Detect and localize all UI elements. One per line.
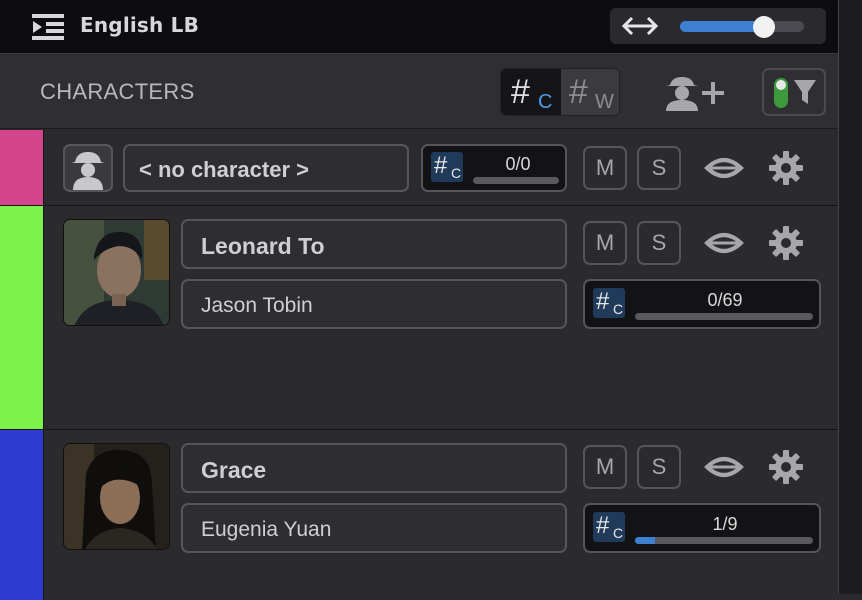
solo-button[interactable]: S bbox=[637, 146, 681, 190]
character-name-field[interactable]: Leonard To bbox=[181, 219, 567, 269]
panel-title: CHARACTERS bbox=[40, 79, 195, 104]
avatar-placeholder[interactable] bbox=[63, 144, 113, 192]
character-color-swatch[interactable] bbox=[0, 130, 44, 205]
actor-name-field[interactable]: Eugenia Yuan bbox=[181, 503, 567, 553]
line-count-text: 0/0 bbox=[505, 154, 531, 174]
characters-header: CHARACTERS # C # W bbox=[0, 55, 838, 129]
mute-button[interactable]: M bbox=[583, 445, 627, 489]
actor-name: Eugenia Yuan bbox=[201, 518, 332, 541]
character-name: Leonard To bbox=[201, 233, 325, 259]
top-bar: English LB bbox=[0, 0, 862, 54]
lips-icon[interactable] bbox=[704, 148, 744, 188]
count-words-sub: W bbox=[595, 91, 614, 113]
character-row[interactable]: Grace Eugenia Yuan M S # C 1/9 bbox=[0, 430, 838, 600]
character-row[interactable]: Leonard To Jason Tobin M S # C 0/69 bbox=[0, 206, 838, 430]
menu-collapse-icon[interactable] bbox=[30, 12, 66, 40]
count-words-button[interactable]: # W bbox=[561, 69, 619, 115]
count-characters-badge: # C bbox=[593, 512, 625, 542]
badge-sub: C bbox=[613, 525, 624, 541]
character-name-field[interactable]: < no character > bbox=[123, 144, 409, 192]
actor-name-field[interactable]: Jason Tobin bbox=[181, 279, 567, 329]
line-counter: # C 0/0 bbox=[421, 144, 567, 192]
lips-icon[interactable] bbox=[704, 447, 744, 487]
character-color-swatch[interactable] bbox=[0, 206, 44, 429]
badge-symbol: # bbox=[596, 288, 610, 315]
count-characters-symbol: # bbox=[511, 73, 530, 111]
character-row[interactable]: < no character > # C 0/0 M S bbox=[0, 130, 838, 206]
character-photo[interactable] bbox=[63, 219, 170, 326]
zoom-control bbox=[610, 8, 826, 44]
count-characters-sub: C bbox=[538, 91, 553, 113]
character-name: Grace bbox=[201, 457, 267, 483]
line-progress-bar bbox=[635, 313, 813, 320]
character-name-field[interactable]: Grace bbox=[181, 443, 567, 493]
count-mode-toggle: # C # W bbox=[500, 68, 620, 116]
filter-toggle-icon bbox=[774, 78, 816, 108]
character-photo-image bbox=[64, 444, 169, 549]
badge-sub: C bbox=[613, 301, 624, 317]
line-progress-bar bbox=[473, 177, 559, 184]
line-progress-fill bbox=[635, 537, 655, 544]
filter-toggle-button[interactable] bbox=[762, 68, 826, 116]
count-characters-badge: # C bbox=[431, 152, 463, 182]
solo-button[interactable]: S bbox=[637, 221, 681, 265]
badge-symbol: # bbox=[434, 152, 448, 179]
scrollbar-gutter[interactable] bbox=[838, 0, 862, 594]
lips-icon[interactable] bbox=[704, 223, 744, 263]
line-count-text: 0/69 bbox=[707, 290, 743, 310]
mute-button[interactable]: M bbox=[583, 146, 627, 190]
solo-button[interactable]: S bbox=[637, 445, 681, 489]
badge-sub: C bbox=[451, 165, 462, 181]
count-characters-badge: # C bbox=[593, 288, 625, 318]
zoom-slider-fill bbox=[680, 21, 765, 32]
character-photo[interactable] bbox=[63, 443, 170, 550]
character-name: < no character > bbox=[139, 157, 309, 182]
count-characters-button[interactable]: # C bbox=[501, 69, 561, 115]
gear-icon[interactable] bbox=[766, 148, 806, 188]
line-counter: # C 0/69 bbox=[583, 279, 821, 329]
line-progress-bar bbox=[635, 537, 813, 544]
actor-name: Jason Tobin bbox=[201, 294, 313, 317]
mute-button[interactable]: M bbox=[583, 221, 627, 265]
gear-icon[interactable] bbox=[766, 223, 806, 263]
character-color-swatch[interactable] bbox=[0, 430, 44, 600]
zoom-slider-thumb[interactable] bbox=[753, 16, 776, 38]
horizontal-resize-icon bbox=[621, 16, 659, 36]
badge-symbol: # bbox=[596, 512, 610, 539]
person-silhouette-icon bbox=[71, 152, 105, 190]
project-title: English LB bbox=[80, 13, 200, 37]
add-character-icon[interactable] bbox=[660, 75, 728, 111]
count-words-symbol: # bbox=[569, 73, 588, 111]
line-counter: # C 1/9 bbox=[583, 503, 821, 553]
line-count-text: 1/9 bbox=[712, 514, 738, 534]
zoom-slider[interactable] bbox=[680, 16, 804, 38]
gear-icon[interactable] bbox=[766, 447, 806, 487]
character-photo-image bbox=[64, 220, 169, 325]
